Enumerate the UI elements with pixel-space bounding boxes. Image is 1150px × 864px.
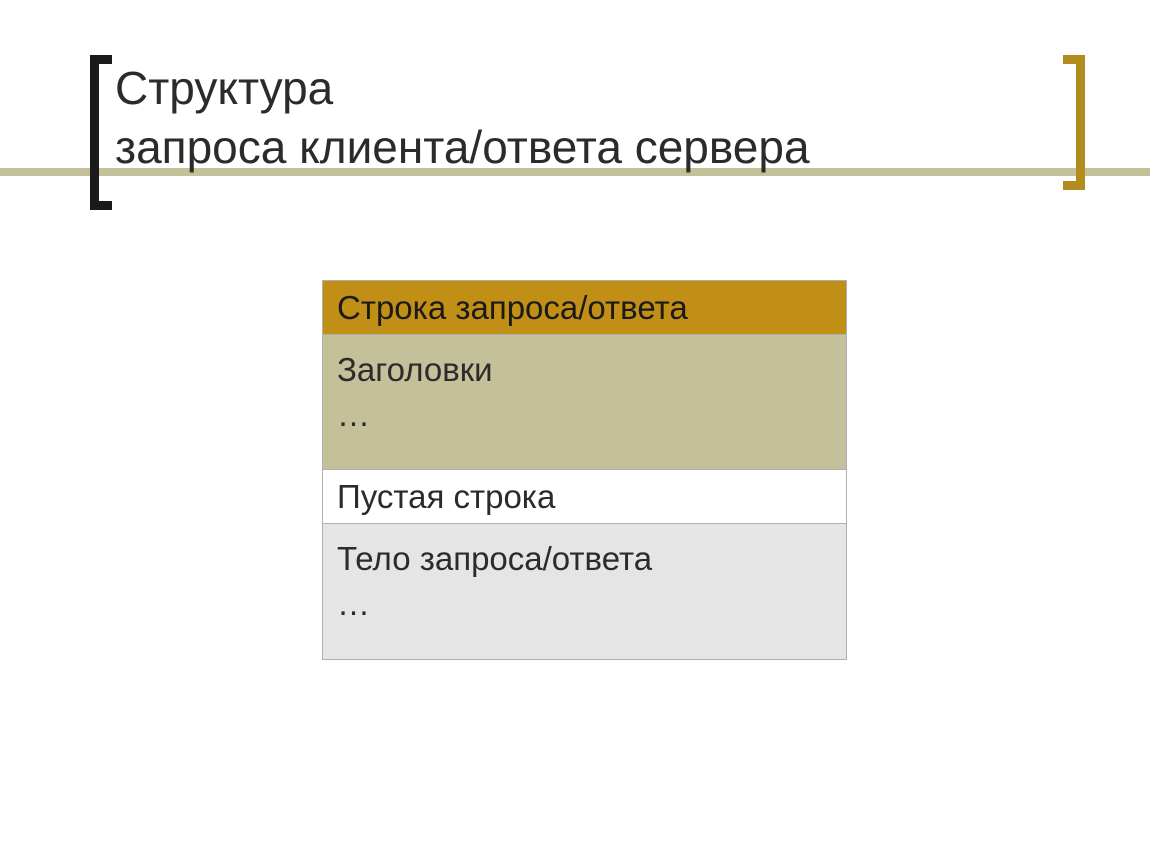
table-row-empty-line: Пустая строка bbox=[323, 470, 846, 524]
headers-ellipsis: … bbox=[337, 394, 832, 435]
body-label: Тело запроса/ответа bbox=[337, 538, 832, 579]
right-bracket-icon bbox=[1063, 55, 1085, 190]
slide-title: Структура запроса клиента/ответа сервера bbox=[115, 59, 810, 177]
slide-header: Структура запроса клиента/ответа сервера bbox=[0, 55, 1150, 210]
title-line-1: Структура bbox=[115, 62, 333, 114]
http-structure-table: Строка запроса/ответа Заголовки … Пустая… bbox=[322, 280, 847, 660]
table-row-body: Тело запроса/ответа … bbox=[323, 524, 846, 659]
body-ellipsis: … bbox=[337, 583, 832, 624]
start-line-label: Строка запроса/ответа bbox=[337, 287, 688, 328]
headers-label: Заголовки bbox=[337, 349, 832, 390]
empty-line-label: Пустая строка bbox=[337, 476, 555, 517]
left-bracket-icon bbox=[90, 55, 112, 210]
table-row-start-line: Строка запроса/ответа bbox=[323, 281, 846, 335]
title-line-2: запроса клиента/ответа сервера bbox=[115, 121, 810, 173]
table-row-headers: Заголовки … bbox=[323, 335, 846, 470]
